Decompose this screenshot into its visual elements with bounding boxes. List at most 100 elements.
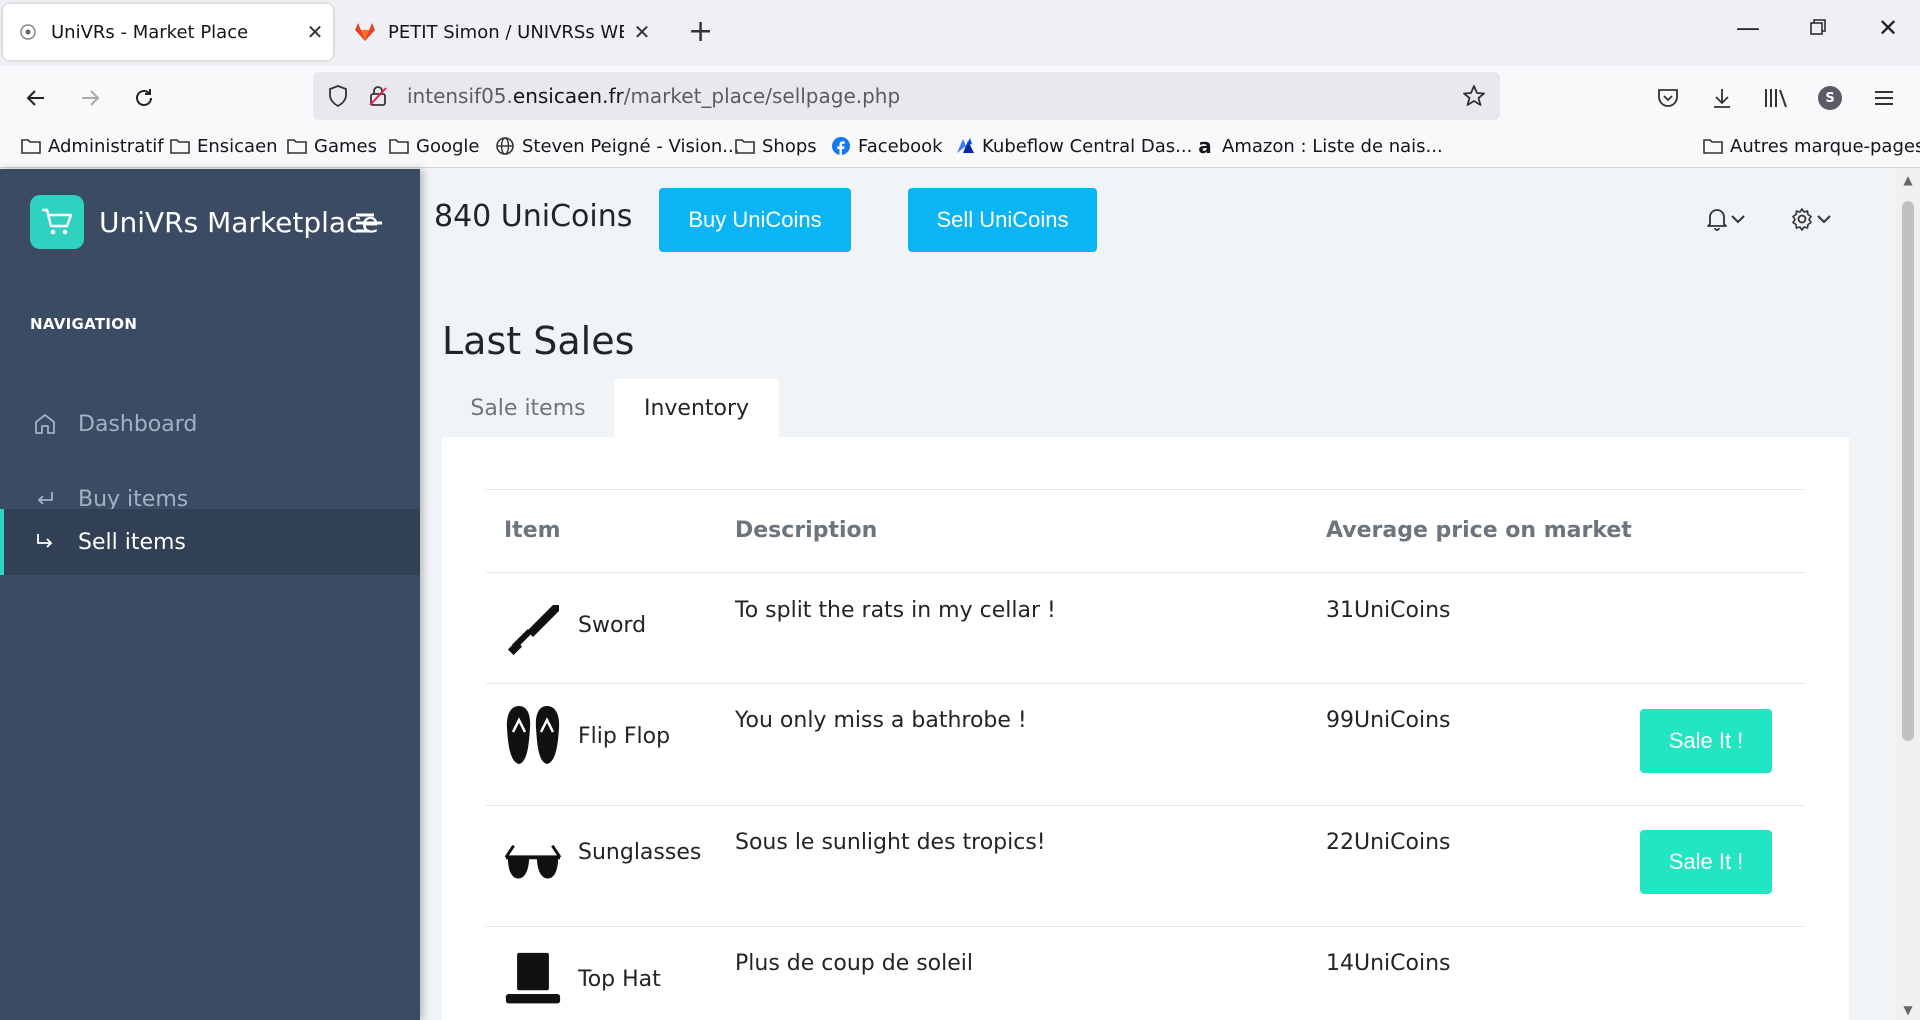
url-domain: ensicaen.fr — [512, 84, 624, 108]
table-row: Flip Flop You only miss a bathrobe ! 99U… — [486, 684, 1804, 806]
bookmark-facebook[interactable]: Facebook — [830, 135, 943, 157]
flip-flop-icon — [504, 706, 562, 764]
buy-unicoins-button[interactable]: Buy UniCoins — [659, 188, 851, 252]
folder-icon — [388, 135, 410, 157]
sidebar: UniVRs Marketplace NAVIGATION Dashboard … — [0, 169, 420, 1020]
item-name: Sunglasses — [578, 840, 702, 865]
folder-icon — [169, 135, 191, 157]
brand[interactable]: UniVRs Marketplace — [30, 195, 379, 249]
facebook-icon — [830, 135, 852, 157]
sell-unicoins-button[interactable]: Sell UniCoins — [908, 188, 1097, 252]
item-description: Plus de coup de soleil — [735, 951, 974, 976]
settings-dropdown[interactable] — [1790, 207, 1832, 231]
table-row: Sword To split the rats in my cellar ! 3… — [486, 573, 1804, 684]
bookmark-shops[interactable]: Shops — [734, 135, 817, 157]
bookmark-label: Autres marque-pages — [1730, 135, 1920, 157]
bookmark-google[interactable]: Google — [388, 135, 479, 157]
forward-arrow-icon[interactable] — [70, 78, 110, 118]
tab-sale-items[interactable]: Sale items — [442, 379, 614, 437]
sunglasses-icon — [504, 836, 562, 894]
tab-title: PETIT Simon / UNIVRSs WEBSIT — [388, 21, 624, 43]
item-description: You only miss a bathrobe ! — [735, 708, 1027, 733]
account-avatar[interactable]: S — [1810, 78, 1850, 118]
folder-icon — [734, 135, 756, 157]
scrollbar-thumb[interactable] — [1902, 201, 1914, 741]
bookmark-steven-peigne[interactable]: Steven Peigné - Vision... — [494, 135, 739, 157]
scroll-down-icon[interactable]: ▼ — [1900, 1003, 1916, 1017]
browser-tab-active[interactable]: UniVRs - Market Place ✕ — [3, 4, 333, 60]
library-icon[interactable] — [1756, 78, 1796, 118]
new-tab-plus-icon[interactable]: + — [688, 14, 713, 50]
url-path: /market_place/sellpage.php — [623, 84, 901, 108]
column-header-item: Item — [504, 518, 561, 543]
bookmark-label: Facebook — [858, 135, 943, 157]
column-header-description: Description — [735, 518, 878, 543]
back-arrow-icon[interactable] — [16, 78, 56, 118]
nav-heading: NAVIGATION — [30, 315, 138, 333]
coin-balance: 840 UniCoins — [434, 199, 633, 234]
pocket-icon[interactable] — [1648, 78, 1688, 118]
bookmark-label: Steven Peigné - Vision... — [522, 135, 740, 157]
bookmark-games[interactable]: Games — [286, 135, 377, 157]
item-name: Flip Flop — [578, 724, 671, 749]
univrs-favicon-icon — [17, 21, 39, 43]
close-tab-icon[interactable]: ✕ — [297, 20, 333, 44]
hamburger-menu-icon[interactable] — [1864, 78, 1904, 118]
page-title: Last Sales — [442, 319, 635, 363]
sidebar-item-sell-items[interactable]: Sell items — [0, 509, 420, 575]
content-tabs: Sale items Inventory — [442, 379, 779, 437]
page-scrollbar[interactable]: ▲ ▼ — [1896, 169, 1920, 1020]
browser-tab-bar: UniVRs - Market Place ✕ PETIT Simon / UN… — [0, 0, 1920, 66]
bookmark-label: Administratif — [48, 135, 164, 157]
bell-icon — [1707, 209, 1727, 231]
shopping-cart-icon — [30, 195, 84, 249]
bookmark-other-folder[interactable]: Autres marque-pages — [1702, 135, 1920, 157]
inventory-table: Item Description Average price on market… — [486, 489, 1804, 1020]
bookmark-administratif[interactable]: Administratif — [20, 135, 164, 157]
bookmark-amazon[interactable]: a Amazon : Liste de nais... — [1194, 134, 1442, 158]
sword-icon — [504, 600, 562, 658]
browser-nav-bar: intensif05.ensicaen.fr/market_place/sell… — [0, 66, 1920, 128]
item-price: 22UniCoins — [1326, 830, 1451, 855]
bookmark-kubeflow[interactable]: Kubeflow Central Das... — [954, 135, 1192, 157]
sale-it-button[interactable]: Sale It ! — [1640, 709, 1772, 773]
close-window-icon[interactable]: ✕ — [1868, 14, 1908, 42]
item-price: 14UniCoins — [1326, 951, 1451, 976]
sidebar-item-label: Sell items — [78, 529, 186, 555]
amazon-icon: a — [1198, 134, 1212, 158]
bookmark-label: Google — [416, 135, 480, 157]
bookmark-ensicaen[interactable]: Ensicaen — [169, 135, 278, 157]
sale-it-button[interactable]: Sale It ! — [1640, 830, 1772, 894]
sidebar-item-label: Buy items — [78, 486, 189, 512]
shield-icon[interactable] — [323, 81, 353, 111]
item-name: Sword — [578, 613, 647, 638]
sidebar-item-dashboard[interactable]: Dashboard — [0, 392, 420, 456]
restore-window-icon[interactable] — [1798, 14, 1838, 42]
top-hat-icon — [504, 951, 562, 1009]
url-prefix: intensif05. — [407, 84, 513, 108]
folder-icon — [1702, 135, 1724, 157]
reload-icon[interactable] — [124, 78, 164, 118]
url-text[interactable]: intensif05.ensicaen.fr/market_place/sell… — [407, 84, 900, 108]
browser-tab-inactive[interactable]: PETIT Simon / UNIVRSs WEBSIT ✕ — [340, 4, 660, 60]
menu-toggle-icon[interactable] — [355, 211, 383, 235]
notifications-dropdown[interactable] — [1706, 207, 1746, 231]
bookmark-star-icon[interactable] — [1458, 80, 1490, 112]
gitlab-icon — [354, 21, 376, 43]
inventory-card: Item Description Average price on market… — [442, 437, 1849, 1020]
scroll-up-icon[interactable]: ▲ — [1900, 173, 1916, 187]
sidebar-item-label: Dashboard — [78, 411, 198, 437]
insecure-lock-icon[interactable] — [363, 81, 393, 111]
tab-inventory[interactable]: Inventory — [614, 379, 779, 437]
main-content: 840 UniCoins Buy UniCoins Sell UniCoins … — [420, 169, 1900, 1020]
url-bar[interactable]: intensif05.ensicaen.fr/market_place/sell… — [313, 72, 1500, 120]
tab-title: UniVRs - Market Place — [51, 21, 249, 43]
avatar-initial: S — [1818, 86, 1842, 110]
close-tab-icon[interactable]: ✕ — [624, 20, 660, 44]
table-row: Sunglasses Sous le sunlight des tropics!… — [486, 806, 1804, 927]
brand-name: UniVRs Marketplace — [99, 205, 379, 239]
folder-icon — [286, 135, 308, 157]
downloads-icon[interactable] — [1702, 78, 1742, 118]
minimize-window-icon[interactable]: — — [1728, 14, 1768, 42]
bookmark-label: Shops — [762, 135, 817, 157]
